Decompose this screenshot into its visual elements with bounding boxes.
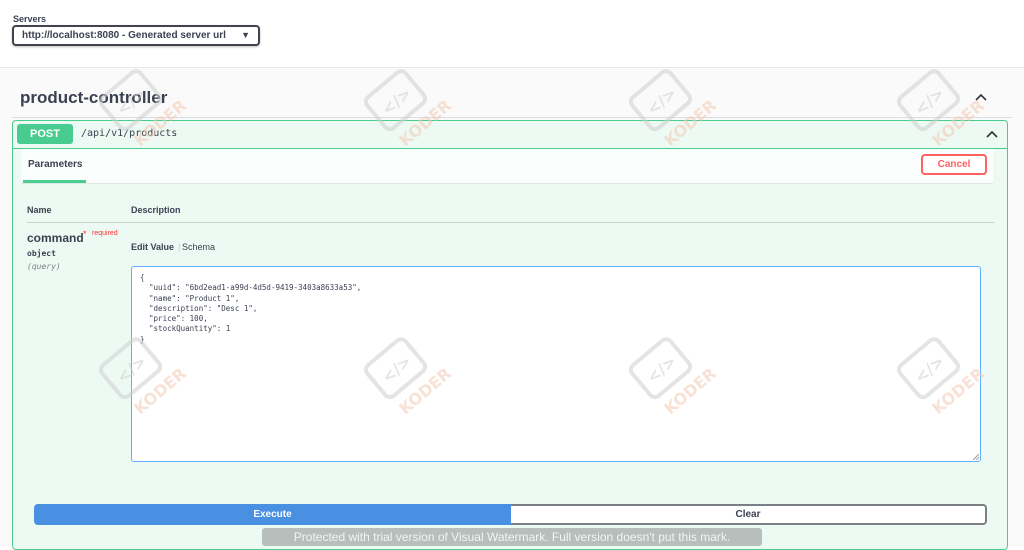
method-badge: POST	[17, 124, 73, 144]
chevron-up-icon[interactable]	[974, 90, 988, 104]
tab-parameters[interactable]: Parameters	[28, 159, 82, 170]
operation-path: /api/v1/products	[81, 128, 178, 139]
operation-summary[interactable]: POST /api/v1/products	[13, 121, 1007, 149]
description-column-header: Description	[131, 205, 181, 215]
execute-button[interactable]: Execute	[34, 504, 511, 525]
server-select[interactable]: http://localhost:8080 - Generated server…	[12, 25, 260, 46]
server-select-value: http://localhost:8080 - Generated server…	[22, 30, 226, 41]
tab-schema[interactable]: Schema	[182, 242, 215, 252]
operation-block: POST /api/v1/products Parameters Cancel …	[12, 120, 1008, 550]
tab-edit-value[interactable]: Edit Value	[131, 242, 174, 252]
execute-button-group: Execute Clear	[34, 504, 987, 525]
tab-separator: |	[178, 242, 181, 252]
clear-button[interactable]: Clear	[511, 504, 987, 525]
parameter-location: (query)	[27, 262, 61, 271]
tag-title[interactable]: product-controller	[20, 88, 167, 108]
table-header-divider	[27, 222, 994, 223]
resize-grip-icon[interactable]	[973, 454, 979, 460]
cancel-button[interactable]: Cancel	[921, 154, 987, 175]
parameters-header: Parameters Cancel	[21, 149, 993, 184]
chevron-up-icon[interactable]	[985, 127, 999, 141]
required-star: *	[83, 229, 87, 239]
parameter-value-textarea[interactable]: { "uuid": "6bd2ead1-a99d-4d5d-9419-3403a…	[131, 266, 981, 462]
servers-bar: Servers http://localhost:8080 - Generate…	[0, 0, 1024, 68]
trial-watermark-banner: Protected with trial version of Visual W…	[262, 528, 762, 546]
parameter-name: command	[27, 231, 84, 245]
servers-label: Servers	[13, 14, 47, 24]
operations-section: product-controller POST /api/v1/products…	[0, 68, 1024, 550]
name-column-header: Name	[27, 205, 52, 215]
parameter-type: object	[27, 249, 56, 258]
tag-divider	[12, 117, 1012, 118]
tab-active-indicator	[23, 180, 86, 183]
required-label: required	[92, 230, 118, 237]
chevron-down-icon: ▼	[241, 30, 250, 40]
